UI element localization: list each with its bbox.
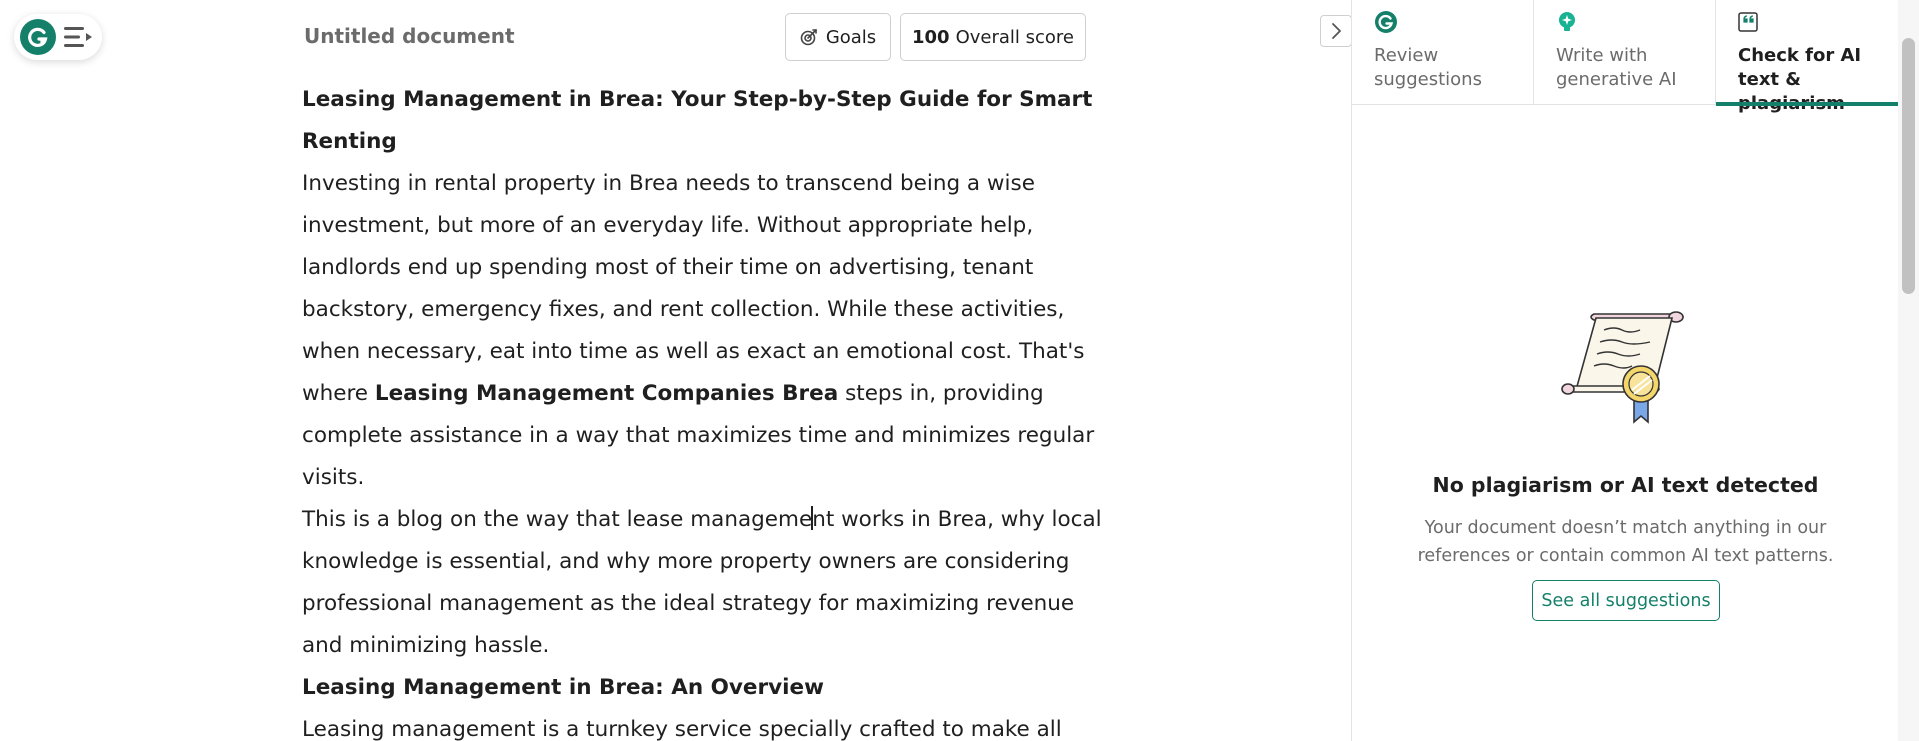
collapse-panel-button[interactable] xyxy=(1320,15,1352,47)
score-label: Overall score xyxy=(955,26,1074,48)
page-scrollbar[interactable] xyxy=(1898,0,1919,741)
document-title[interactable]: Untitled document xyxy=(304,24,515,48)
paragraph-2-text-start: This is a blog on the way that lease man… xyxy=(302,507,813,532)
target-icon xyxy=(800,29,817,46)
overall-score-button[interactable]: 100 Overall score xyxy=(900,13,1086,61)
paragraph-3: Leasing management is a turnkey service … xyxy=(302,717,1062,741)
heading-1: Leasing Management in Brea: Your Step-by… xyxy=(302,87,1093,154)
lightbulb-icon xyxy=(1559,12,1575,31)
scrollbar-thumb[interactable] xyxy=(1902,38,1915,294)
see-all-suggestions-button[interactable]: See all suggestions xyxy=(1532,580,1720,621)
document-editor[interactable]: Leasing Management in Brea: Your Step-by… xyxy=(302,79,1102,741)
tab-write-with-generative-ai[interactable]: Write with generative AI xyxy=(1534,0,1716,105)
tab-write-with-generative-ai-label: Write with generative AI xyxy=(1556,45,1677,90)
tab-check-ai-plagiarism[interactable]: Check for AI text & plagiarism xyxy=(1716,0,1898,114)
tab-review-suggestions[interactable]: Review suggestions xyxy=(1352,0,1534,105)
grammarly-g-icon xyxy=(1375,11,1397,33)
paragraph-1: Investing in rental property in Brea nee… xyxy=(302,163,1102,499)
paragraph-2: This is a blog on the way that lease man… xyxy=(302,499,1102,667)
paragraph-1-bold: Leasing Management Companies Brea xyxy=(374,381,839,406)
panel-tabs: Review suggestions Write with generative… xyxy=(1352,0,1898,114)
score-value: 100 xyxy=(912,26,950,48)
assistant-panel: Review suggestions Write with generative… xyxy=(1351,0,1898,741)
heading-2: Leasing Management in Brea: An Overview xyxy=(302,675,824,700)
goals-button[interactable]: Goals xyxy=(785,13,891,61)
empty-state-description: Your document doesn’t match anything in … xyxy=(1417,518,1834,566)
empty-state-title: No plagiarism or AI text detected xyxy=(1432,473,1819,497)
goals-label: Goals xyxy=(825,26,877,48)
tab-review-suggestions-label: Review suggestions xyxy=(1374,45,1482,90)
quote-icon xyxy=(1738,12,1758,32)
grammarly-menu-button[interactable] xyxy=(14,14,102,60)
grammarly-logo-icon xyxy=(20,19,56,55)
paragraph-1-text-start: Investing in rental property in Brea nee… xyxy=(302,171,1085,406)
certificate-scroll-icon xyxy=(1561,311,1684,424)
menu-lines-icon xyxy=(64,27,92,47)
chevron-right-icon xyxy=(1332,23,1341,39)
tab-check-ai-plagiarism-label: Check for AI text & plagiarism xyxy=(1738,45,1862,114)
